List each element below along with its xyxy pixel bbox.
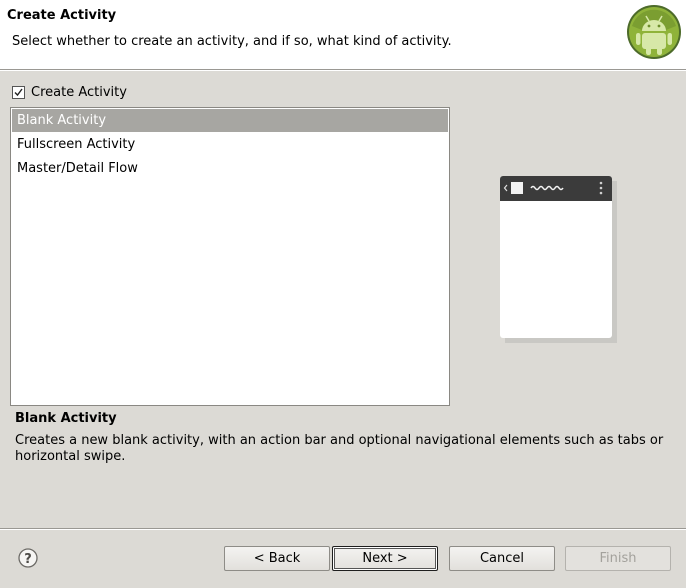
wizard-header: Create Activity Select whether to create… [0,0,686,69]
activity-preview-image [500,176,617,343]
help-icon[interactable]: ? [18,548,38,568]
finish-button[interactable]: Finish [565,546,671,571]
svg-text:?: ? [24,552,32,567]
next-button[interactable]: Next > [332,546,438,571]
create-activity-checkbox[interactable] [12,85,25,99]
back-button[interactable]: < Back [224,546,330,571]
checkmark-icon [14,88,23,96]
template-description: Creates a new blank activity, with an ac… [15,433,664,464]
page-description: Select whether to create an activity, an… [12,34,452,49]
footer-separator [0,528,686,530]
list-item-master-detail-flow[interactable]: Master/Detail Flow [12,157,448,180]
template-title: Blank Activity [15,411,117,426]
create-activity-label: Create Activity [31,84,127,100]
cancel-button[interactable]: Cancel [449,546,555,571]
android-logo-icon [627,5,681,59]
create-activity-option[interactable]: Create Activity [12,83,127,101]
activity-template-list[interactable]: Blank Activity Fullscreen Activity Maste… [10,107,450,406]
page-title: Create Activity [7,8,117,23]
list-item-fullscreen-activity[interactable]: Fullscreen Activity [12,133,448,156]
list-item-blank-activity[interactable]: Blank Activity [12,109,448,132]
header-separator [0,69,686,71]
